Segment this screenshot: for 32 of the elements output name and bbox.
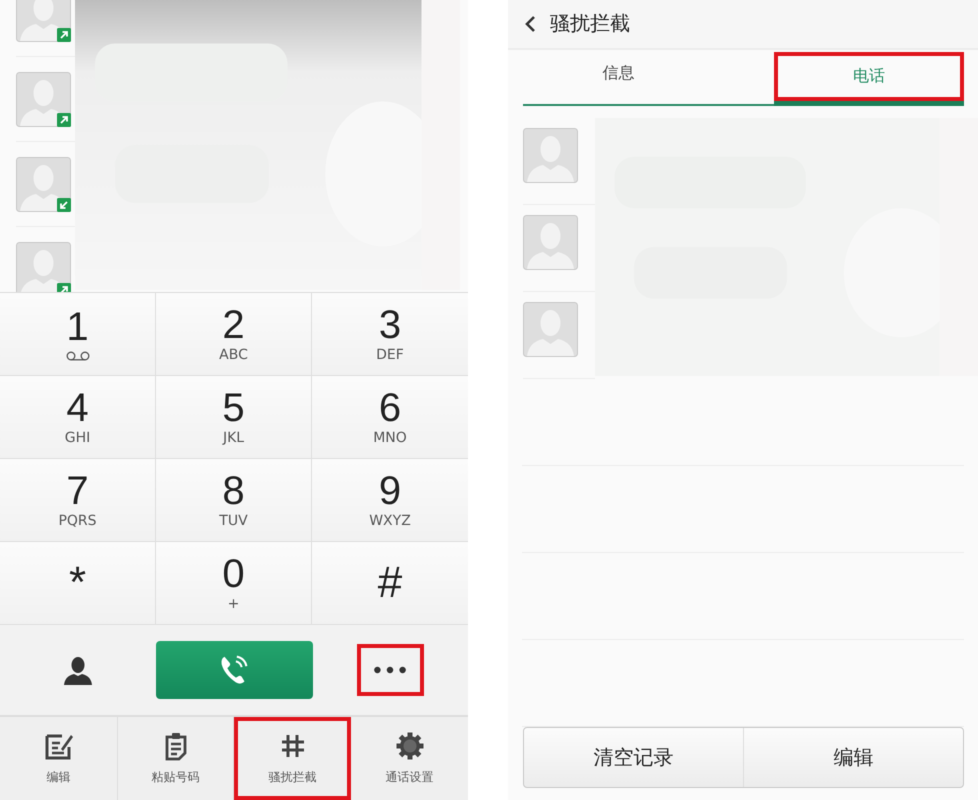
dial-key[interactable]: 4 GHI: [0, 376, 156, 459]
call-button[interactable]: [156, 641, 312, 699]
avatar-icon: [523, 302, 578, 357]
incoming-arrow-icon: [57, 198, 71, 212]
outgoing-arrow-icon: [57, 28, 71, 42]
tab[interactable]: 信息: [523, 52, 714, 96]
action-button[interactable]: 清空记录: [524, 728, 743, 787]
tab[interactable]: 电话: [774, 52, 964, 106]
more-button[interactable]: [356, 644, 424, 696]
settings-icon: [394, 731, 424, 761]
contact-icon[interactable]: [62, 654, 94, 686]
toolbar-item[interactable]: 骚扰拦截: [234, 717, 351, 800]
screen-title: 骚扰拦截: [550, 10, 630, 38]
dial-key[interactable]: 1: [0, 293, 156, 376]
toolbar-item[interactable]: 通话设置: [351, 717, 468, 800]
dial-key[interactable]: 2 ABC: [156, 293, 312, 376]
avatar-icon: [523, 214, 578, 270]
toolbar-item[interactable]: 编辑: [0, 717, 117, 800]
dial-key[interactable]: 7 PQRS: [0, 459, 156, 542]
dial-key[interactable]: 8 TUV: [156, 459, 312, 542]
avatar-icon: [16, 156, 71, 212]
dial-key[interactable]: *: [0, 542, 156, 625]
back-icon[interactable]: [524, 14, 536, 33]
dial-key[interactable]: 5 JKL: [156, 376, 312, 459]
toolbar-item[interactable]: 粘贴号码: [117, 717, 234, 800]
avatar-icon: [16, 72, 71, 126]
voicemail-icon: [66, 351, 90, 361]
more-icon: [372, 665, 408, 675]
dial-key[interactable]: 0 +: [156, 542, 312, 625]
avatar-icon: [523, 128, 578, 183]
outgoing-arrow-icon: [57, 112, 71, 126]
action-button[interactable]: 编辑: [743, 728, 963, 787]
